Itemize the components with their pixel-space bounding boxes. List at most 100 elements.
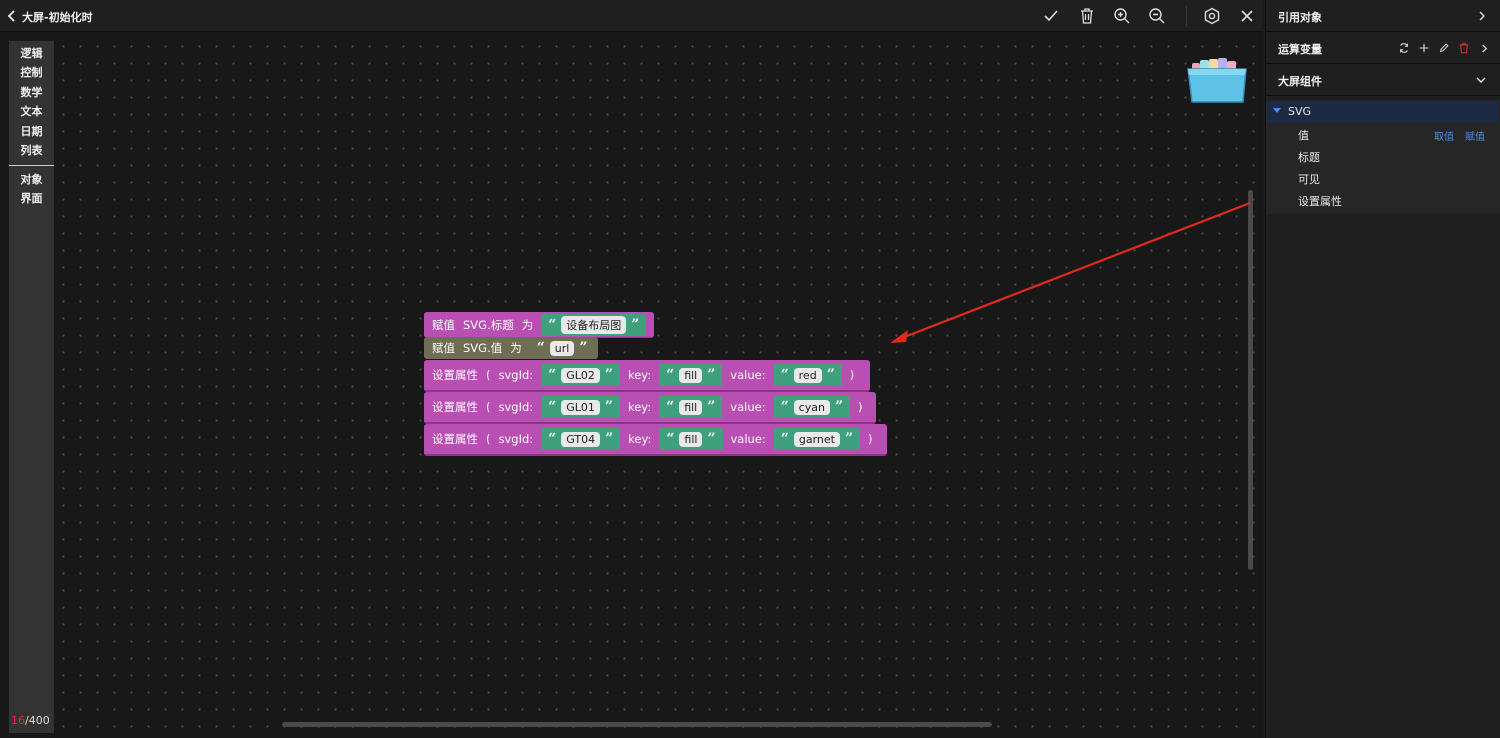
tree-node-visible[interactable]: 可见: [1266, 167, 1498, 189]
value-label: value:: [730, 432, 766, 446]
value-label: value:: [730, 400, 766, 414]
computed-vars-actions: [1397, 41, 1491, 55]
category-math[interactable]: 数学: [9, 84, 54, 100]
chevron-right-icon[interactable]: [1477, 41, 1491, 55]
key-label: key:: [627, 368, 652, 382]
blockly-editor: 大屏-初始化时 逻辑 控制 数学 文本 日期 列表 对象 界面 16/400 赋…: [0, 0, 1500, 738]
assign-title-block[interactable]: 赋值 SVG.标题 为 “ 设备布局图 ”: [424, 312, 654, 338]
svgid-string-block[interactable]: “ GT04 ”: [541, 428, 621, 450]
key-field[interactable]: fill: [679, 399, 703, 415]
block-label: 设置属性: [432, 368, 478, 382]
quote-open: “: [548, 399, 557, 415]
value-label: value:: [730, 368, 766, 382]
refresh-icon[interactable]: [1397, 41, 1411, 55]
open-paren: (: [486, 400, 491, 414]
block-count-total: /400: [25, 714, 50, 727]
quote-open: “: [536, 340, 545, 356]
set-attribute-block[interactable]: 设置属性 ( svgId: “ GL01 ” key: “ fill ” val…: [424, 392, 876, 424]
tree-node-svg[interactable]: SVG: [1266, 101, 1498, 123]
close-icon: [1241, 10, 1253, 22]
set-value-link[interactable]: 赋值: [1465, 128, 1485, 143]
value-field[interactable]: red: [793, 367, 822, 383]
caret-down-icon[interactable]: [1273, 108, 1281, 114]
svgid-field[interactable]: GL02: [561, 367, 600, 383]
quote-close: ”: [604, 367, 613, 383]
open-paren: (: [486, 432, 491, 446]
chevron-down-icon[interactable]: [1475, 74, 1487, 86]
chevron-right-icon[interactable]: [1477, 10, 1487, 22]
tree-node-title[interactable]: 标题: [1266, 145, 1498, 167]
chevron-left-icon[interactable]: [6, 9, 18, 23]
category-ui[interactable]: 界面: [9, 190, 54, 206]
quote-close: ”: [707, 367, 716, 383]
svgid-label: svgId:: [498, 432, 534, 446]
string-block[interactable]: “ url ”: [529, 338, 595, 358]
svgid-field[interactable]: GL01: [561, 399, 600, 415]
tree-node-label: 标题: [1298, 151, 1320, 164]
block-operator: 为: [521, 317, 534, 332]
block-target[interactable]: SVG.标题: [463, 317, 514, 333]
confirm-button[interactable]: [1041, 6, 1061, 26]
zoom-in-button[interactable]: [1112, 6, 1132, 26]
block-label: 设置属性: [432, 400, 478, 414]
quote-open: “: [548, 316, 557, 333]
delete-icon[interactable]: [1457, 41, 1471, 55]
open-paren: (: [486, 368, 491, 382]
settings-icon: [1204, 7, 1220, 25]
edit-icon[interactable]: [1437, 41, 1451, 55]
get-value-link[interactable]: 取值: [1434, 128, 1454, 143]
value-string-block[interactable]: “ cyan ”: [773, 396, 850, 418]
set-attribute-block[interactable]: 设置属性 ( svgId: “ GT04 ” key: “ fill ” val…: [424, 424, 887, 456]
zoom-out-button[interactable]: [1147, 6, 1167, 26]
category-list[interactable]: 列表: [9, 142, 54, 158]
key-field[interactable]: fill: [679, 431, 703, 447]
category-date[interactable]: 日期: [9, 123, 54, 139]
string-field[interactable]: url: [549, 340, 575, 356]
string-block[interactable]: “ 设备布局图 ”: [541, 313, 647, 336]
category-object[interactable]: 对象: [9, 171, 54, 187]
value-string-block[interactable]: “ red ”: [773, 364, 842, 386]
settings-button[interactable]: [1202, 6, 1222, 26]
block-operator: 为: [510, 341, 522, 355]
close-paren: ): [849, 368, 855, 382]
value-field[interactable]: cyan: [793, 399, 830, 415]
quote-open: “: [666, 367, 675, 383]
string-field[interactable]: 设备布局图: [561, 315, 627, 334]
tree-node-value[interactable]: 值 取值 赋值: [1266, 123, 1498, 145]
category-control[interactable]: 控制: [9, 64, 54, 80]
tree-node-label: 值: [1298, 129, 1309, 142]
trashcan-icon[interactable]: [1186, 55, 1248, 105]
tree-node-set-attribute[interactable]: 设置属性: [1266, 189, 1498, 211]
block-target[interactable]: SVG.值: [463, 340, 502, 356]
key-field[interactable]: fill: [679, 367, 703, 383]
tree-node-label: 可见: [1298, 173, 1320, 186]
quote-open: “: [548, 431, 557, 447]
add-icon[interactable]: [1417, 41, 1431, 55]
horizontal-scrollbar[interactable]: [282, 722, 992, 727]
svgid-string-block[interactable]: “ GL02 ”: [541, 364, 620, 386]
block-toolbox: 逻辑 控制 数学 文本 日期 列表 对象 界面: [9, 41, 54, 733]
delete-button[interactable]: [1077, 6, 1097, 26]
tree-node-label: SVG: [1288, 105, 1312, 118]
quote-close: ”: [844, 431, 854, 447]
assign-value-block[interactable]: 赋值 SVG.值 为 “ url ”: [424, 337, 598, 359]
svgid-string-block[interactable]: “ GL01 ”: [541, 396, 620, 418]
page-title: 大屏-初始化时: [22, 11, 93, 24]
key-string-block[interactable]: “ fill ”: [659, 396, 723, 418]
screen-components-header[interactable]: 大屏组件: [1266, 64, 1500, 96]
computed-vars-header[interactable]: 运算变量: [1266, 32, 1500, 64]
key-string-block[interactable]: “ fill ”: [659, 364, 723, 386]
category-logic[interactable]: 逻辑: [9, 45, 54, 61]
quote-close: ”: [707, 399, 716, 415]
value-field[interactable]: garnet: [793, 431, 840, 447]
key-label: key:: [628, 432, 652, 446]
category-text[interactable]: 文本: [9, 103, 54, 119]
top-bar: 大屏-初始化时: [0, 0, 1263, 32]
svgid-field[interactable]: GT04: [561, 431, 601, 447]
set-attribute-block[interactable]: 设置属性 ( svgId: “ GL02 ” key: “ fill ” val…: [424, 360, 870, 392]
quote-close: ”: [834, 399, 843, 415]
key-string-block[interactable]: “ fill ”: [659, 428, 723, 450]
value-string-block[interactable]: “ garnet ”: [773, 428, 861, 450]
ref-objects-header[interactable]: 引用对象: [1266, 0, 1500, 32]
close-button[interactable]: [1237, 6, 1257, 26]
